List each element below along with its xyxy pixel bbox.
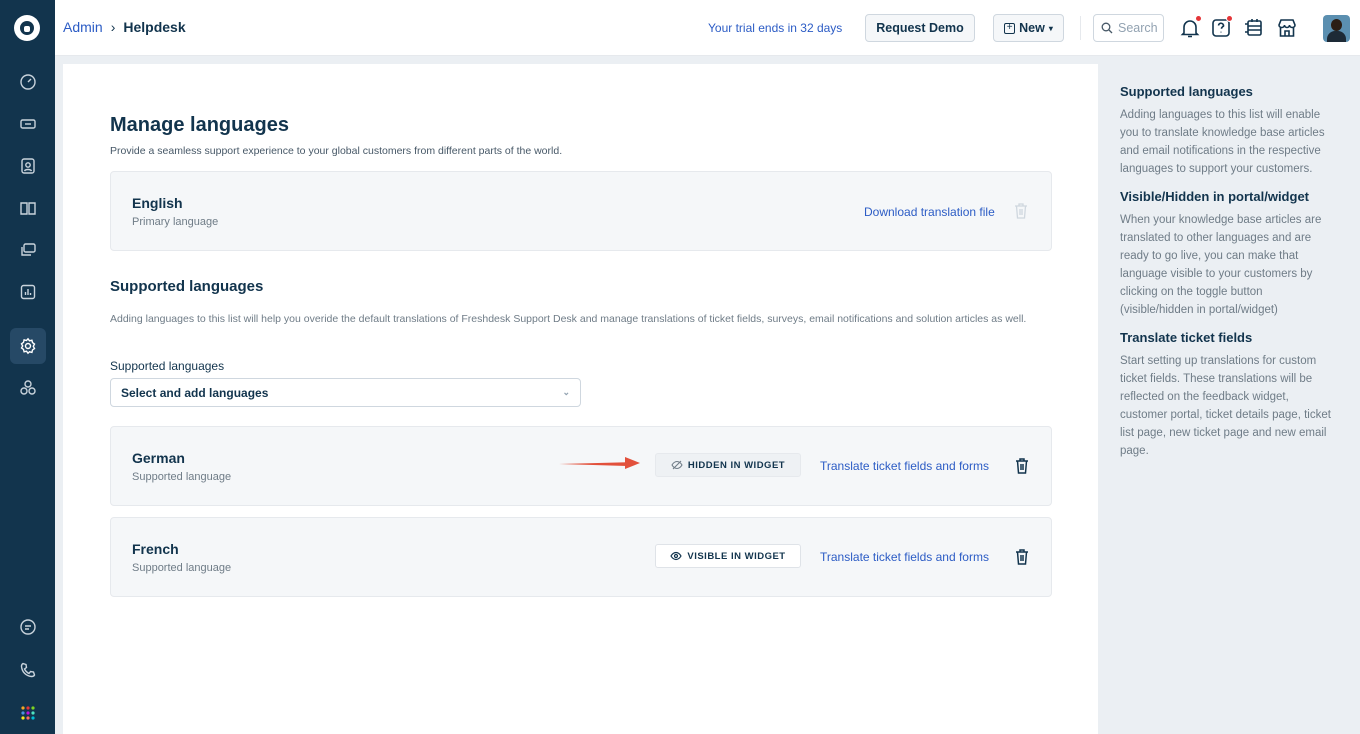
chat-icon[interactable] xyxy=(10,609,46,645)
help-text-translate-ticket-fields: Start setting up translations for custom… xyxy=(1120,355,1331,457)
visibility-label: HIDDEN IN WIDGET xyxy=(687,459,786,471)
marketplace-icon[interactable] xyxy=(1275,16,1299,40)
download-translation-link[interactable]: Download translation file xyxy=(864,205,995,219)
tickets-icon[interactable] xyxy=(10,106,46,142)
trial-link[interactable]: Your trial ends in 32 days xyxy=(708,21,842,35)
request-demo-button[interactable]: Request Demo xyxy=(865,14,975,42)
freshdesk-logo[interactable] xyxy=(14,15,40,41)
help-heading-visibility: Visible/Hidden in portal/widget xyxy=(1120,189,1310,204)
annotation-arrow-icon xyxy=(559,457,640,469)
language-type: Supported language xyxy=(132,471,232,483)
page-title: Manage languages xyxy=(110,114,289,136)
top-header: Admin › Helpdesk Your trial ends in 32 d… xyxy=(55,0,1360,56)
help-panel: Supported languages Adding languages to … xyxy=(1099,56,1360,734)
language-card-french: French Supported language VISIBLE IN WID… xyxy=(110,517,1052,597)
language-type: Supported language xyxy=(132,562,232,574)
forums-icon[interactable] xyxy=(10,232,46,268)
left-sidebar xyxy=(0,0,55,734)
solutions-icon[interactable] xyxy=(10,190,46,226)
breadcrumb-current: Helpdesk xyxy=(123,19,186,35)
visibility-toggle-german[interactable]: HIDDEN IN WIDGET xyxy=(655,453,801,477)
dashboard-icon[interactable] xyxy=(10,64,46,100)
new-button[interactable]: + New ▾ xyxy=(993,14,1064,42)
trash-icon-disabled xyxy=(1015,203,1027,219)
reports-icon[interactable] xyxy=(10,274,46,310)
help-dot xyxy=(1226,15,1233,22)
search-placeholder: Search xyxy=(1118,21,1158,35)
apps-grid-icon[interactable] xyxy=(10,695,46,731)
language-type: Primary language xyxy=(132,216,219,228)
supported-languages-heading: Supported languages xyxy=(110,278,264,295)
primary-language-card: English Primary language Download transl… xyxy=(110,171,1052,251)
help-text-visibility: When your knowledge base articles are tr… xyxy=(1120,214,1322,316)
help-heading-translate-ticket-fields: Translate ticket fields xyxy=(1120,330,1253,345)
translate-ticket-fields-link-german[interactable]: Translate ticket fields and forms xyxy=(820,459,989,473)
search-input[interactable]: Search xyxy=(1093,14,1164,42)
supported-languages-label: Supported languages xyxy=(110,359,225,373)
help-text-supported-languages: Adding languages to this list will enabl… xyxy=(1120,109,1325,175)
phone-icon[interactable] xyxy=(10,652,46,688)
select-placeholder: Select and add languages xyxy=(121,385,269,400)
translate-ticket-fields-link-french[interactable]: Translate ticket fields and forms xyxy=(820,550,989,564)
supported-languages-description: Adding languages to this list will help … xyxy=(110,313,1027,325)
chevron-down-icon: ⌄ xyxy=(562,387,570,397)
breadcrumb-admin-link[interactable]: Admin xyxy=(63,19,103,35)
groups-icon[interactable] xyxy=(10,370,46,406)
chevron-down-icon: ▾ xyxy=(1048,23,1053,33)
calendar-icon[interactable] xyxy=(1242,16,1266,40)
add-languages-select[interactable]: Select and add languages ⌄ xyxy=(110,378,581,407)
new-button-label: New xyxy=(1019,21,1045,35)
help-heading-supported-languages: Supported languages xyxy=(1120,84,1253,99)
breadcrumb-separator: › xyxy=(110,19,116,35)
visibility-label: VISIBLE IN WIDGET xyxy=(687,550,786,562)
visibility-toggle-french[interactable]: VISIBLE IN WIDGET xyxy=(655,544,801,568)
page-subtitle: Provide a seamless support experience to… xyxy=(110,145,563,157)
help-icon[interactable] xyxy=(1209,15,1233,40)
user-avatar[interactable] xyxy=(1323,15,1350,42)
language-name: French xyxy=(132,541,179,557)
main-content: Manage languages Provide a seamless supp… xyxy=(63,64,1098,734)
search-icon xyxy=(1101,22,1113,34)
notifications-bell-icon[interactable] xyxy=(1178,15,1202,40)
notification-dot xyxy=(1195,15,1202,22)
breadcrumb: Admin › Helpdesk xyxy=(63,19,186,35)
header-divider xyxy=(1080,16,1081,40)
admin-settings-icon[interactable] xyxy=(10,328,46,364)
trash-icon[interactable] xyxy=(1015,548,1029,566)
language-name: German xyxy=(132,450,185,466)
language-name: English xyxy=(132,195,183,211)
eye-icon xyxy=(670,551,683,561)
contacts-icon[interactable] xyxy=(10,148,46,184)
eye-off-icon xyxy=(671,460,683,470)
trash-icon[interactable] xyxy=(1015,457,1029,475)
plus-icon: + xyxy=(1004,22,1016,34)
